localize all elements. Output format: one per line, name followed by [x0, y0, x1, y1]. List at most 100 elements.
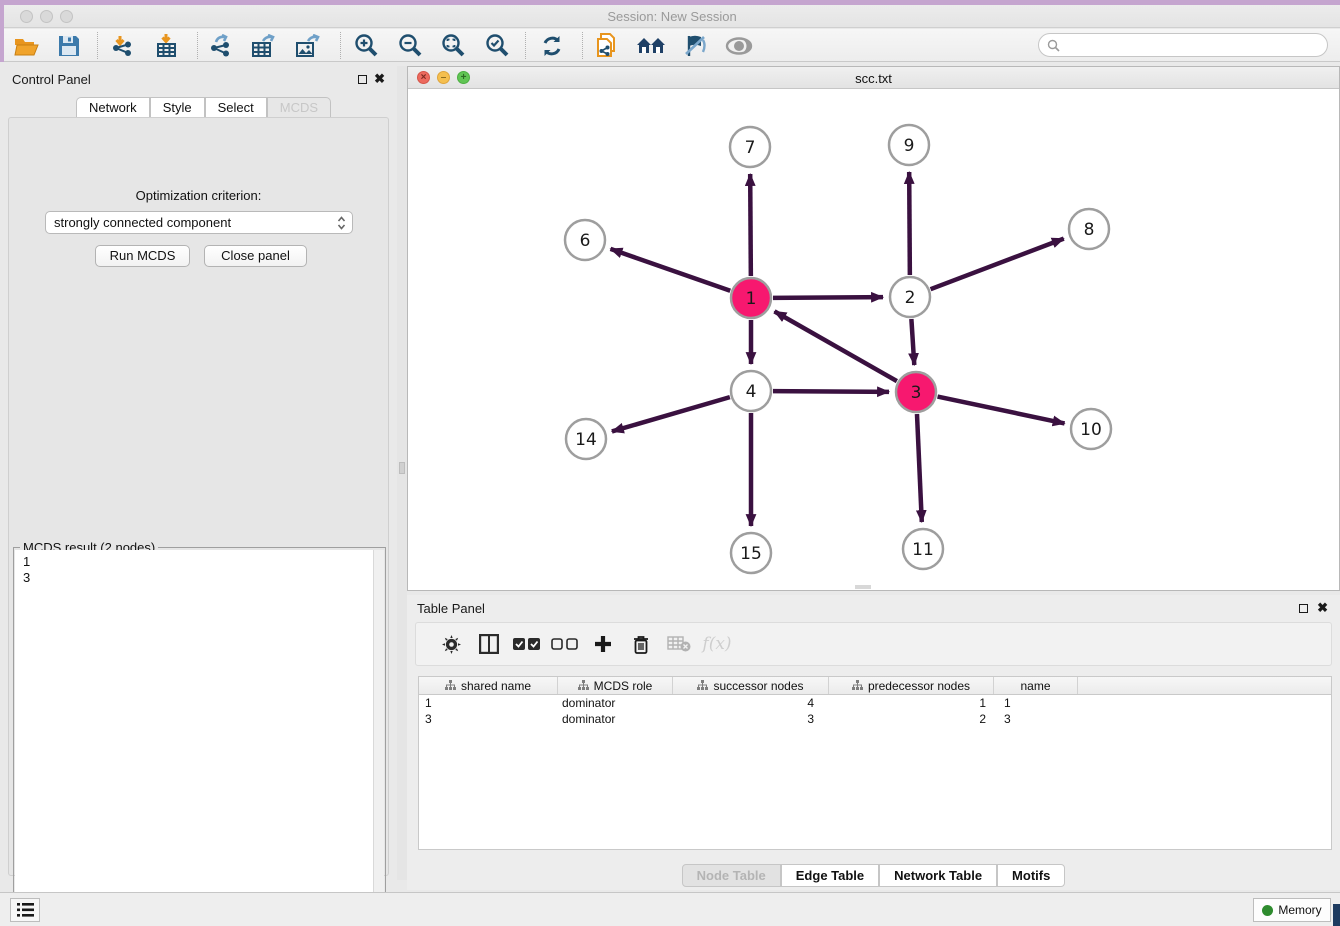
birdseye-view-button[interactable] — [722, 32, 756, 59]
task-history-button[interactable] — [10, 898, 40, 922]
table-tabs: Node Table Edge Table Network Table Moti… — [407, 864, 1340, 887]
export-network-button[interactable] — [204, 32, 238, 59]
float-table-panel-icon[interactable] — [1299, 604, 1308, 613]
resize-grip[interactable] — [1333, 904, 1340, 926]
criterion-dropdown[interactable]: strongly connected component — [45, 211, 353, 234]
zoom-selected-icon — [485, 33, 510, 58]
mcds-result-group: MCDS result (2 nodes) 1 3 — [13, 547, 386, 921]
refresh-view-button[interactable] — [535, 32, 569, 59]
network-window: × – + scc.txt 1234678910111415 — [407, 66, 1340, 591]
add-row-button[interactable] — [584, 635, 622, 653]
toolbar-separator — [525, 32, 526, 59]
run-mcds-button[interactable]: Run MCDS — [95, 245, 190, 267]
import-network-button[interactable] — [106, 32, 140, 59]
status-bar: Memory — [0, 892, 1340, 926]
memory-label: Memory — [1278, 903, 1321, 917]
network-canvas[interactable]: 1234678910111415 — [408, 89, 1339, 595]
gear-icon — [442, 635, 461, 654]
close-panel-icon[interactable]: ✖ — [374, 71, 385, 87]
node-table[interactable]: shared nameMCDS rolesuccessor nodes prede… — [418, 676, 1332, 850]
zoom-selected-button[interactable] — [480, 32, 514, 59]
tab-network-table[interactable]: Network Table — [879, 864, 997, 887]
mcds-result-list[interactable]: 1 3 — [15, 550, 373, 919]
clone-network-button[interactable] — [590, 32, 624, 59]
table-header: shared nameMCDS rolesuccessor nodes prede… — [419, 677, 1331, 695]
edge-4-3[interactable] — [773, 391, 889, 392]
table-cell: dominator — [558, 695, 673, 711]
column-header-name[interactable]: name — [994, 677, 1078, 694]
hide-graphics-details-button[interactable] — [678, 32, 712, 59]
function-builder-button[interactable]: f(x) — [698, 634, 736, 654]
tab-network[interactable]: Network — [76, 97, 150, 118]
edge-2-3[interactable] — [911, 319, 914, 365]
open-file-button[interactable] — [10, 32, 44, 59]
table-cell: 1 — [994, 695, 1078, 711]
edge-1-7[interactable] — [750, 174, 751, 276]
result-scrollbar[interactable] — [373, 550, 384, 919]
table-cell: 4 — [673, 695, 829, 711]
toolbar-separator — [582, 32, 583, 59]
table-settings-button[interactable] — [432, 635, 470, 654]
tab-motifs[interactable]: Motifs — [997, 864, 1065, 887]
export-table-button[interactable] — [247, 32, 281, 59]
toolbar-separator — [340, 32, 341, 59]
export-table-icon — [251, 34, 277, 58]
toolbar-separator — [197, 32, 198, 59]
deselect-all-button[interactable] — [546, 638, 584, 651]
table-panel: Table Panel ✖ f(x) shared nameMCDS roles… — [407, 595, 1340, 890]
search-input[interactable] — [1060, 36, 1327, 54]
column-header-MCDS-role[interactable]: MCDS role — [558, 677, 673, 694]
tab-style[interactable]: Style — [150, 97, 205, 118]
float-panel-icon[interactable] — [358, 75, 367, 84]
zoom-fit-button[interactable] — [436, 32, 470, 59]
column-header-predecessor-nodes[interactable]: predecessor nodes — [829, 677, 994, 694]
network-window-titlebar[interactable]: × – + scc.txt — [408, 67, 1339, 89]
export-image-button[interactable] — [291, 32, 325, 59]
column-header-shared-name[interactable]: shared name — [419, 677, 558, 694]
edge-3-10[interactable] — [938, 397, 1065, 424]
table-cell: 3 — [994, 711, 1078, 727]
select-all-button[interactable] — [508, 638, 546, 651]
clone-network-icon — [595, 33, 619, 59]
network-overview-button[interactable] — [634, 32, 668, 59]
zoom-out-button[interactable] — [393, 32, 427, 59]
node-label-6: 6 — [580, 231, 591, 251]
list-icon — [17, 903, 34, 917]
main-toolbar — [4, 29, 1340, 62]
hierarchy-icon — [697, 680, 708, 691]
column-layout-button[interactable] — [470, 634, 508, 654]
delete-table-button[interactable] — [660, 636, 698, 652]
tab-mcds[interactable]: MCDS — [267, 97, 331, 118]
table-row[interactable]: 1dominator411 — [419, 695, 1331, 711]
column-label: predecessor nodes — [868, 679, 970, 693]
edge-4-14[interactable] — [612, 397, 730, 431]
node-label-10: 10 — [1080, 420, 1102, 440]
node-label-3: 3 — [911, 383, 922, 403]
memory-button[interactable]: Memory — [1253, 898, 1331, 922]
trash-icon — [633, 635, 649, 654]
divider-handle-icon[interactable] — [399, 462, 405, 474]
tab-node-table[interactable]: Node Table — [682, 864, 781, 887]
edge-1-6[interactable] — [610, 249, 730, 291]
control-panel-title: Control Panel — [12, 72, 91, 87]
hierarchy-icon — [578, 680, 589, 691]
close-panel-button[interactable]: Close panel — [204, 245, 307, 267]
table-row[interactable]: 3dominator323 — [419, 711, 1331, 727]
save-session-button[interactable] — [52, 32, 86, 59]
column-header-successor-nodes[interactable]: successor nodes — [673, 677, 829, 694]
edge-2-9[interactable] — [909, 172, 910, 275]
delete-row-button[interactable] — [622, 635, 660, 654]
import-table-button[interactable] — [150, 32, 184, 59]
zoom-in-button[interactable] — [349, 32, 383, 59]
canvas-resize-handle[interactable] — [855, 585, 871, 589]
tab-select[interactable]: Select — [205, 97, 267, 118]
edge-1-2[interactable] — [773, 297, 883, 298]
export-image-icon — [295, 34, 321, 58]
tab-edge-table[interactable]: Edge Table — [781, 864, 879, 887]
node-label-1: 1 — [746, 289, 757, 309]
edge-3-1[interactable] — [774, 311, 896, 381]
edge-3-11[interactable] — [917, 414, 922, 522]
edge-2-8[interactable] — [931, 239, 1064, 290]
close-table-panel-icon[interactable]: ✖ — [1317, 600, 1328, 616]
panel-divider[interactable] — [397, 66, 407, 880]
